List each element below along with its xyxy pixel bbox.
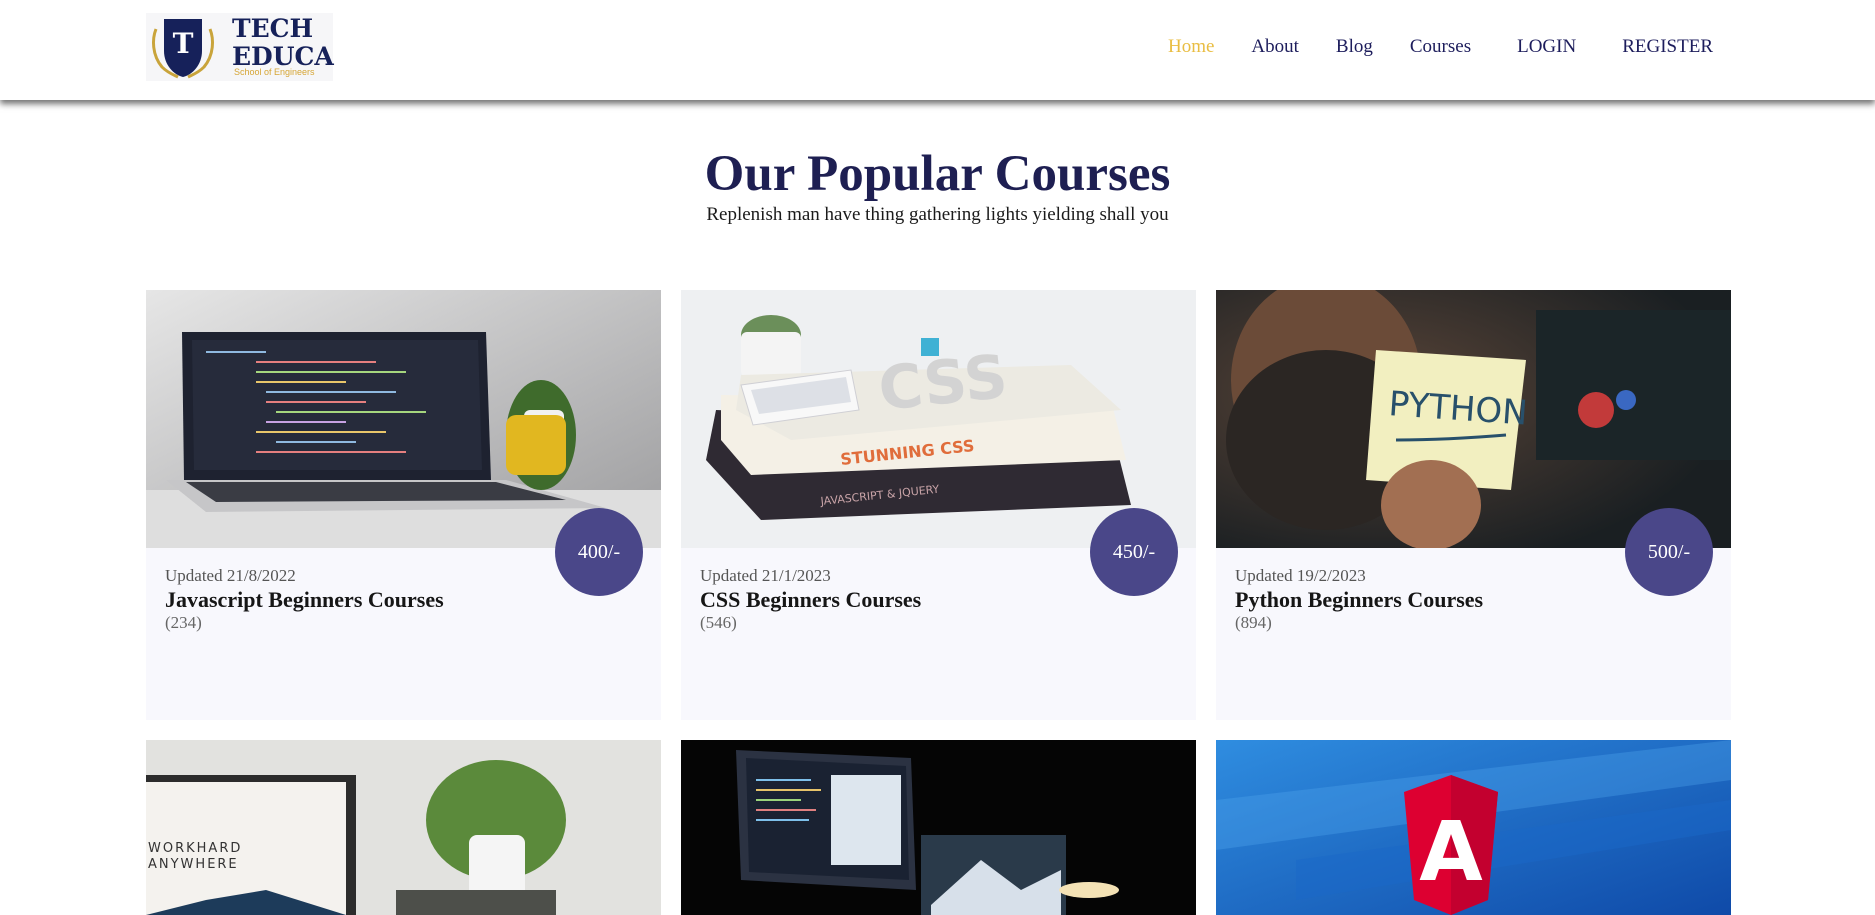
logo-wordmark: TECH EDUCA: [232, 15, 334, 71]
site-logo[interactable]: T TECH EDUCA School of Engineers: [146, 13, 334, 81]
svg-text:T: T: [173, 27, 194, 60]
logo-tagline: School of Engineers: [234, 67, 315, 77]
course-title[interactable]: Javascript Beginners Courses: [165, 587, 444, 613]
nav-register[interactable]: REGISTER: [1622, 36, 1713, 58]
price-badge: 400/-: [555, 508, 643, 596]
course-count: (894): [1235, 613, 1272, 632]
shield-logo-icon: T: [152, 19, 214, 79]
svg-text:A: A: [1419, 805, 1483, 900]
nav-blog[interactable]: Blog: [1336, 36, 1373, 58]
svg-text:ANYWHERE: ANYWHERE: [148, 857, 239, 872]
logo-line-1: TECH: [232, 14, 314, 43]
svg-text:WORKHARD: WORKHARD: [148, 841, 242, 856]
section-subtitle: Replenish man have thing gathering light…: [706, 204, 1169, 225]
course-title[interactable]: Python Beginners Courses: [1235, 587, 1483, 613]
main-nav: Home About Blog Courses LOGIN REGISTER: [1131, 36, 1713, 58]
laptop-code-image: [146, 290, 661, 548]
angular-logo-image: A: [1216, 740, 1731, 915]
course-card-python[interactable]: PYTHON 500/- Updated 19/2/2023 Python Be…: [1216, 290, 1731, 720]
nav-home[interactable]: Home: [1168, 36, 1214, 58]
css-books-image: CSS STUNNING CSS JAVASCRIPT & JQUERY: [681, 290, 1196, 548]
price-badge: 450/-: [1090, 508, 1178, 596]
course-title[interactable]: CSS Beginners Courses: [700, 587, 921, 613]
nav-login[interactable]: LOGIN: [1517, 36, 1576, 58]
dark-desk-computer-image: [681, 740, 1196, 915]
price-badge: 500/-: [1625, 508, 1713, 596]
course-updated: Updated 21/8/2022: [165, 566, 296, 585]
course-updated: Updated 21/1/2023: [700, 566, 831, 585]
course-count: (234): [165, 613, 202, 632]
section-title: Our Popular Courses: [704, 146, 1171, 202]
course-card-css[interactable]: CSS STUNNING CSS JAVASCRIPT & JQUERY 450…: [681, 290, 1196, 720]
course-updated: Updated 19/2/2023: [1235, 566, 1366, 585]
course-count: (546): [700, 613, 737, 632]
course-card-javascript[interactable]: 400/- Updated 21/8/2022 Javascript Begin…: [146, 290, 661, 720]
workhard-laptop-image: WORKHARD ANYWHERE: [146, 740, 661, 915]
course-card-workhard[interactable]: WORKHARD ANYWHERE: [146, 740, 661, 915]
nav-about[interactable]: About: [1251, 36, 1299, 58]
site-header: T TECH EDUCA School of Engineers Home Ab…: [0, 0, 1875, 100]
svg-text:CSS: CSS: [875, 342, 1011, 425]
python-note-image: PYTHON: [1216, 290, 1731, 548]
nav-courses[interactable]: Courses: [1410, 36, 1471, 58]
course-card-dark-desk[interactable]: [681, 740, 1196, 915]
course-card-angular[interactable]: A: [1216, 740, 1731, 915]
